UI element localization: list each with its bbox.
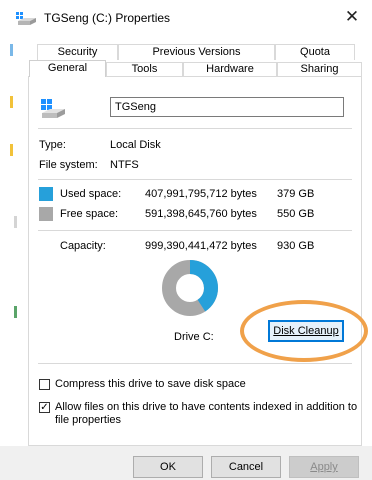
background-mark: [10, 44, 13, 56]
tab-sharing[interactable]: Sharing: [277, 62, 362, 76]
drive-label: Drive C:: [174, 331, 214, 343]
tab-tools[interactable]: Tools: [106, 62, 183, 76]
apply-button[interactable]: Apply: [289, 456, 359, 478]
capacity-bytes: 999,390,441,472 bytes: [145, 240, 257, 252]
index-label-line2: file properties: [55, 414, 122, 426]
used-space-size: 379 GB: [277, 188, 315, 200]
drive-name-field[interactable]: [110, 97, 344, 117]
index-label-line1: Allow files on this drive to have conten…: [55, 401, 358, 413]
used-space-label: Used space:: [60, 188, 122, 200]
tab-quota[interactable]: Quota: [275, 44, 355, 60]
apply-label: Apply: [310, 461, 338, 473]
used-space-bytes: 407,991,795,712 bytes: [145, 188, 257, 200]
windows-drive-icon: [41, 99, 65, 118]
divider: [38, 179, 352, 180]
cancel-button[interactable]: Cancel: [211, 456, 281, 478]
disk-cleanup-label: Disk Cleanup: [273, 325, 339, 337]
disk-usage-donut-chart: [162, 260, 218, 316]
divider: [38, 363, 352, 364]
background-mark: [10, 144, 13, 156]
free-space-label: Free space:: [60, 208, 119, 220]
free-space-size: 550 GB: [277, 208, 315, 220]
type-label: Type:: [39, 139, 66, 151]
capacity-size: 930 GB: [277, 240, 315, 252]
free-space-swatch: [39, 207, 53, 221]
background-mark: [14, 216, 17, 228]
tab-hardware[interactable]: Hardware: [183, 62, 277, 76]
compress-checkbox[interactable]: [39, 379, 50, 390]
divider: [38, 128, 352, 129]
file-system-label: File system:: [39, 159, 98, 171]
type-value: Local Disk: [110, 139, 161, 151]
drive-icon: [16, 12, 36, 25]
free-space-bytes: 591,398,645,760 bytes: [145, 208, 257, 220]
capacity-label: Capacity:: [60, 240, 106, 252]
background-strip: [0, 36, 24, 480]
ok-button[interactable]: OK: [133, 456, 203, 478]
tab-general[interactable]: General: [29, 60, 106, 77]
tab-previous-versions[interactable]: Previous Versions: [118, 44, 275, 60]
used-space-swatch: [39, 187, 53, 201]
index-checkbox[interactable]: ✓: [39, 402, 50, 413]
tab-security[interactable]: Security: [37, 44, 118, 60]
background-mark: [14, 306, 17, 318]
close-icon[interactable]: ✕: [342, 6, 362, 28]
background-mark: [10, 96, 13, 108]
title-bar: TGSeng (C:) Properties ✕: [0, 0, 372, 36]
disk-cleanup-button[interactable]: Disk Cleanup: [268, 320, 344, 342]
file-system-value: NTFS: [110, 159, 139, 171]
window-title: TGSeng (C:) Properties: [44, 11, 171, 25]
divider: [38, 230, 352, 231]
compress-label: Compress this drive to save disk space: [55, 378, 246, 390]
